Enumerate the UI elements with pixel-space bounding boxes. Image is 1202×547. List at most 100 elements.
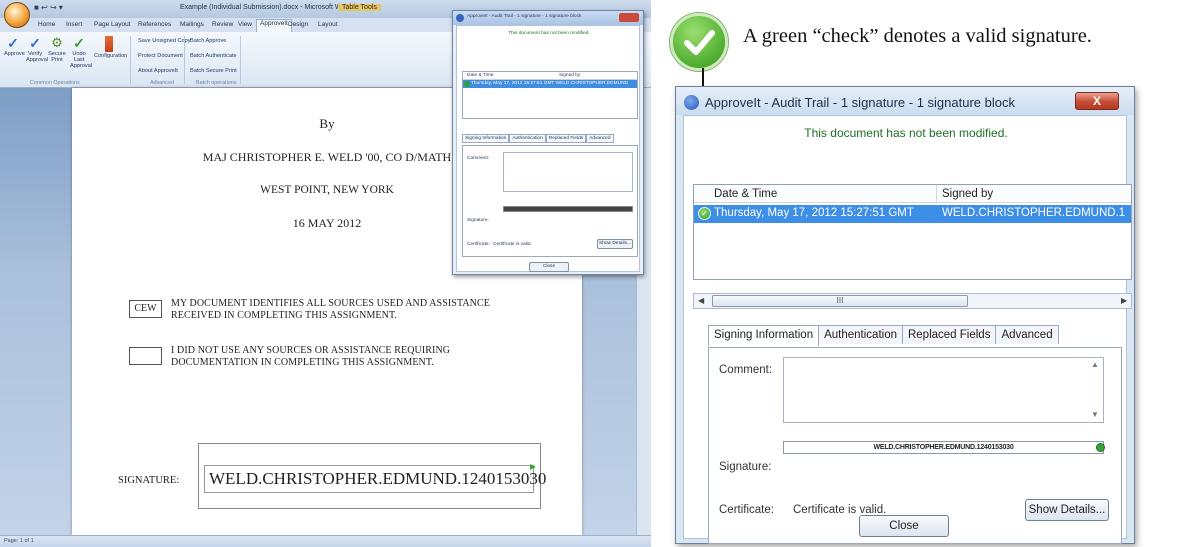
office-button[interactable]: [4, 2, 30, 28]
scroll-right-icon[interactable]: ▶: [1121, 296, 1127, 305]
annotation-caption: A green “check” denotes a valid signatur…: [743, 25, 1092, 47]
page-count: Page: 1 of 1: [4, 538, 34, 544]
undo-approval-icon: ✓: [73, 35, 85, 51]
mini-certificate-label: Certificate:: [467, 242, 490, 247]
tab-review[interactable]: Review: [212, 21, 233, 28]
quick-access-toolbar[interactable]: ■ ↩ ↪ ▾: [34, 3, 63, 12]
mini-list-header: Date & Time Signed by: [463, 72, 637, 80]
table-tools-title: Table Tools: [338, 4, 381, 11]
group-batch-operations: Batch operations: [196, 80, 237, 86]
mini-close-dialog-button[interactable]: Close: [529, 262, 569, 272]
undo-approval-button[interactable]: ✓ Undo Last Approval: [70, 35, 92, 69]
initials-box-empty[interactable]: [129, 347, 162, 365]
signature-valid-icon: [1096, 443, 1105, 452]
ribbon-separator: [240, 36, 241, 84]
mini-close-button[interactable]: [619, 13, 639, 22]
mini-status-message: This document has not been modified.: [508, 31, 590, 36]
word-window: ■ ↩ ↪ ▾ Example (Individual Submission).…: [0, 0, 651, 547]
scroll-up-icon[interactable]: ▲: [1091, 360, 1099, 369]
dialog-titlebar: ApproveIt - Audit Trail - 1 signature - …: [676, 87, 1134, 115]
about-approveit-button[interactable]: About ApproveIt: [138, 68, 178, 74]
tab-view[interactable]: View: [238, 21, 252, 28]
mini-tab-advanced[interactable]: Advanced: [586, 134, 614, 143]
signature-value: WELD.CHRISTOPHER.EDMUND.1240153030: [209, 469, 547, 488]
mini-signature-strip: [503, 206, 633, 212]
initials-box[interactable]: CEW: [129, 300, 162, 318]
statement-no-sources: I DID NOT USE ANY SOURCES OR ASSISTANCE …: [171, 345, 451, 368]
signature-signer: WELD.CHRISTOPHER.EDMUND.1: [942, 207, 1126, 219]
configuration-icon: [105, 36, 113, 52]
signature-block[interactable]: WELD.CHRISTOPHER.EDMUND.1240153030: [198, 443, 546, 509]
statement-sources: MY DOCUMENT IDENTIFIES ALL SOURCES USED …: [171, 298, 490, 321]
show-details-button[interactable]: Show Details...: [1025, 499, 1109, 521]
signature-row[interactable]: ✓ Thursday, May 17, 2012 15:27:51 GMT WE…: [694, 205, 1131, 223]
mini-comment-box[interactable]: [503, 152, 633, 192]
tab-insert[interactable]: Insert: [66, 21, 82, 28]
scroll-thumb[interactable]: III: [712, 295, 968, 307]
dialog-body: This document has not been modified. Dat…: [683, 115, 1132, 544]
tab-advanced[interactable]: Advanced: [995, 325, 1059, 344]
tab-mailings[interactable]: Mailings: [180, 21, 204, 28]
mini-tab-panel: Comment: Signature: Certificate: Certifi…: [462, 145, 638, 257]
scroll-down-icon[interactable]: ▼: [1091, 410, 1099, 419]
group-common-operations: Common Operations: [30, 80, 80, 86]
mini-audit-dialog: ApproveIt - Audit Trail - 1 signature - …: [452, 10, 644, 275]
signature-field[interactable]: WELD.CHRISTOPHER.EDMUND.1240153030: [204, 464, 546, 493]
column-date-time[interactable]: Date & Time: [714, 188, 777, 200]
tab-layout[interactable]: Layout: [318, 21, 338, 28]
tab-authentication[interactable]: Authentication: [818, 325, 903, 344]
mini-tab-replaced[interactable]: Replaced Fields: [545, 134, 587, 143]
tab-references[interactable]: References: [138, 21, 171, 28]
configuration-button[interactable]: Configuration: [94, 36, 127, 59]
ribbon-separator: [184, 36, 185, 84]
scroll-left-icon[interactable]: ◀: [698, 296, 704, 305]
column-separator: [936, 185, 937, 203]
list-horizontal-scrollbar[interactable]: ◀ III ▶: [693, 293, 1132, 309]
mini-show-details-button[interactable]: Show Details...: [597, 239, 633, 249]
group-advanced: Advanced: [150, 80, 174, 86]
secure-print-icon: ⚙: [51, 35, 63, 50]
batch-authenticate-button[interactable]: Batch Authenticate: [190, 53, 237, 59]
tab-home[interactable]: Home: [38, 21, 55, 28]
signature-list-header: Date & Time Signed by: [694, 185, 1131, 203]
secure-print-button[interactable]: ⚙ Secure Print: [48, 35, 66, 64]
tab-replaced-fields[interactable]: Replaced Fields: [901, 325, 997, 344]
mini-signature-list: Date & Time Signed by Thursday, May 17, …: [462, 71, 638, 119]
signature-image-strip: WELD.CHRISTOPHER.EDMUND.1240153030: [783, 441, 1104, 454]
approveit-logo-icon: [684, 95, 699, 110]
batch-approve-button[interactable]: Batch Approve: [190, 38, 226, 44]
tab-signing-information[interactable]: Signing Information: [708, 325, 820, 346]
valid-check-icon: ✓: [698, 207, 711, 220]
close-button[interactable]: Close: [859, 515, 949, 537]
mini-tab-signing[interactable]: Signing Information: [462, 134, 510, 143]
comment-label: Comment:: [719, 364, 773, 376]
mini-signature-row[interactable]: Thursday, May 17, 2012 15:27:51 GMT WELD…: [463, 80, 637, 88]
valid-check-icon: [464, 81, 470, 87]
mini-dialog-title: ApproveIt - Audit Trail - 1 signature - …: [453, 11, 643, 25]
document-status-message: This document has not been modified.: [804, 126, 1008, 140]
save-unsigned-copy-button[interactable]: Save Unsigned Copy: [138, 38, 191, 44]
batch-secure-print-button[interactable]: Batch Secure Print: [190, 68, 237, 74]
mini-tab-auth[interactable]: Authentication: [509, 134, 546, 143]
column-signed-by[interactable]: Signed by: [942, 188, 993, 200]
dialog-title: ApproveIt - Audit Trail - 1 signature - …: [705, 95, 1015, 110]
protect-document-button[interactable]: Protect Document: [138, 53, 183, 59]
comment-textarea[interactable]: ▲ ▼: [783, 357, 1104, 423]
word-window-title: Example (Individual Submission).docx - M…: [180, 4, 352, 11]
tab-design[interactable]: Design: [288, 21, 308, 28]
signature-list: Date & Time Signed by ✓ Thursday, May 17…: [693, 184, 1132, 280]
mini-dialog-body: This document has not been modified. Dat…: [456, 25, 640, 272]
signature-label: SIGNATURE:: [118, 475, 180, 486]
approve-button[interactable]: ✓ Approve: [4, 35, 25, 57]
approve-icon: ✓: [7, 35, 19, 51]
signature-date: Thursday, May 17, 2012 15:27:51 GMT: [714, 207, 914, 219]
mini-certificate-value: Certificate is valid.: [493, 242, 532, 247]
certificate-label: Certificate:: [719, 504, 774, 516]
signature-flag-icon: [530, 464, 536, 470]
mini-signature-label: Signature:: [467, 218, 489, 223]
tab-approveit[interactable]: ApproveIt: [256, 19, 292, 32]
dialog-close-x-button[interactable]: X: [1075, 92, 1119, 110]
tab-page-layout[interactable]: Page Layout: [94, 21, 131, 28]
green-check-icon: [670, 13, 728, 71]
verify-approval-button[interactable]: ✓ Verify Approval: [26, 36, 48, 63]
